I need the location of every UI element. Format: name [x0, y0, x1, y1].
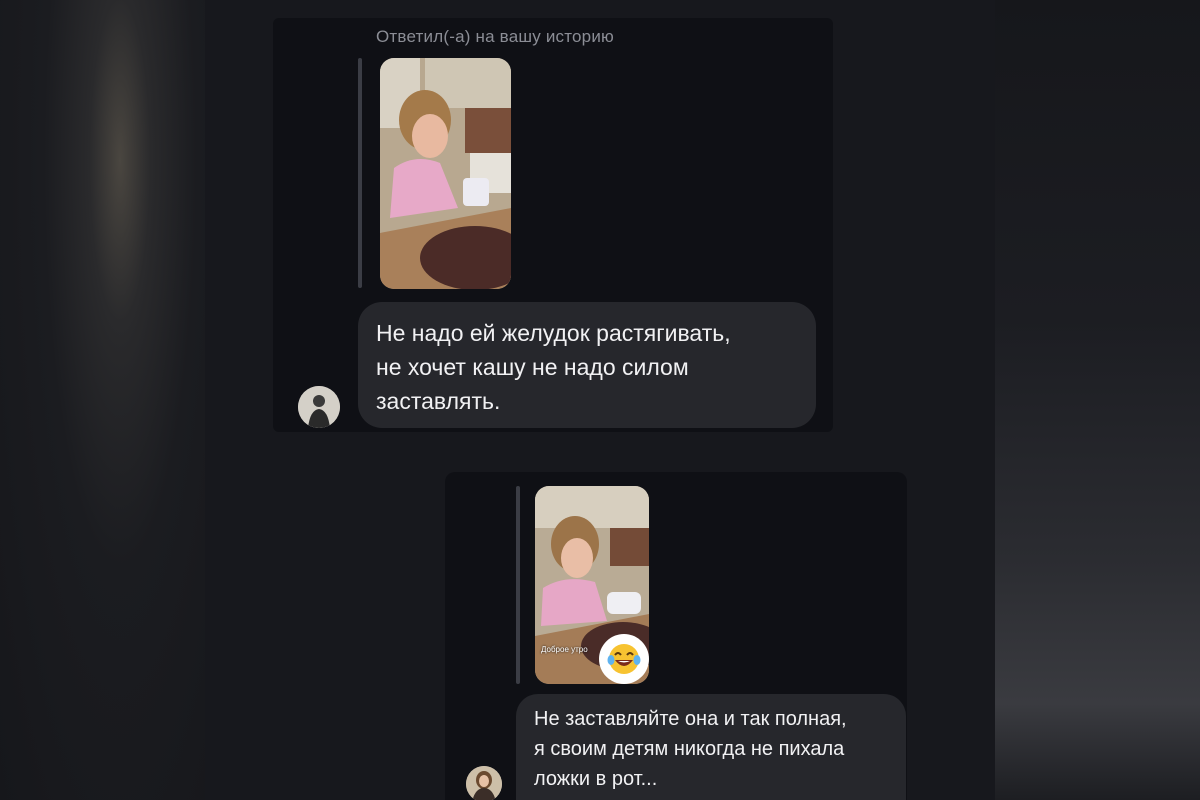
- message-text-line: Не надо ей желудок растягивать,: [376, 320, 731, 346]
- message-bubble-1[interactable]: Не надо ей желудок растягивать, не хочет…: [358, 302, 816, 428]
- message-text-line: Не заставляйте она и так полная,: [534, 708, 847, 730]
- message-text-line: заставлять.: [376, 388, 501, 414]
- story-reply-caption: Ответил(-а) на вашу историю: [376, 27, 614, 46]
- reaction-badge[interactable]: [599, 634, 649, 684]
- quote-bar: [516, 486, 520, 684]
- laughing-crying-emoji-icon: [607, 644, 641, 674]
- avatar-photo: [298, 386, 340, 428]
- story-caption: Доброе утро: [541, 645, 588, 654]
- message-text-line: ложки в рот...: [534, 768, 658, 790]
- quote-bar: [358, 58, 362, 288]
- avatar-photo: [466, 766, 502, 800]
- screenshot-stage: Ответил(-а) на вашу историю Не надо ей ж…: [0, 0, 1200, 800]
- story-photo-girl-eating: [380, 58, 511, 289]
- sender-avatar[interactable]: [298, 386, 340, 428]
- message-text-line: я своим детям никогда не пихала: [534, 738, 845, 760]
- sender-avatar[interactable]: [466, 766, 502, 800]
- message-text-line: не хочет кашу не надо силом: [376, 354, 689, 380]
- message-bubble-2[interactable]: Не заставляйте она и так полная, я своим…: [516, 694, 906, 800]
- story-thumbnail[interactable]: [380, 58, 511, 289]
- story-thumbnail[interactable]: Доброе утро: [535, 486, 649, 684]
- blurred-background-left: [0, 0, 205, 800]
- blurred-background-right: [995, 0, 1200, 800]
